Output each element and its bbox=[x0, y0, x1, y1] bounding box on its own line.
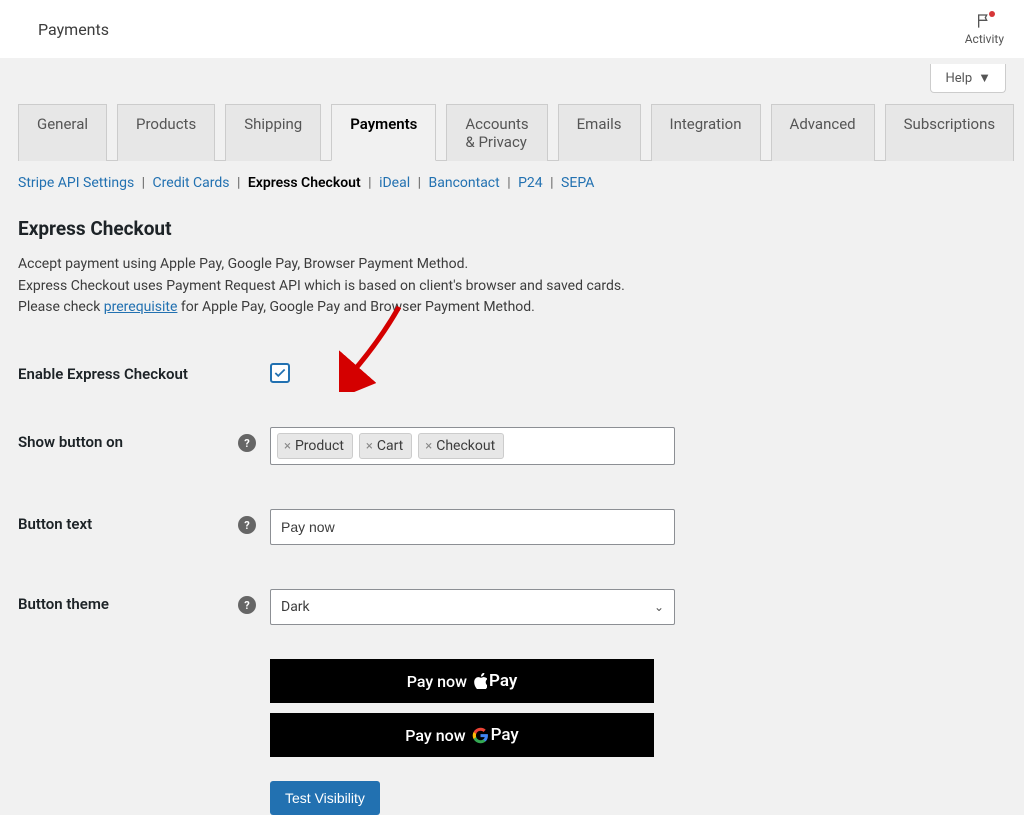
subnav-p-[interactable]: P24 bbox=[518, 175, 543, 191]
notification-dot-icon bbox=[989, 11, 995, 17]
button-theme-select[interactable]: Dark ⌄ bbox=[270, 589, 675, 625]
tab-subscriptions[interactable]: Subscriptions bbox=[885, 104, 1014, 161]
subnav-sepa[interactable]: SEPA bbox=[561, 175, 594, 191]
topbar: Payments Activity bbox=[0, 0, 1024, 58]
remove-tag-icon[interactable]: × bbox=[425, 439, 432, 454]
tab-accounts-privacy[interactable]: Accounts & Privacy bbox=[446, 104, 547, 161]
tab-payments[interactable]: Payments bbox=[331, 104, 436, 161]
show-button-on-select[interactable]: ×Product×Cart×Checkout bbox=[270, 427, 675, 465]
flag-icon bbox=[974, 12, 994, 30]
section-title: Express Checkout bbox=[18, 217, 1006, 240]
enable-checkbox[interactable] bbox=[270, 363, 290, 383]
subnav-ideal[interactable]: iDeal bbox=[379, 175, 410, 191]
tabs: GeneralProductsShippingPaymentsAccounts … bbox=[18, 103, 1006, 161]
tag-cart[interactable]: ×Cart bbox=[359, 433, 412, 459]
button-text-label: Button text bbox=[18, 509, 238, 533]
button-theme-label: Button theme bbox=[18, 589, 238, 613]
enable-label: Enable Express Checkout bbox=[18, 359, 238, 383]
remove-tag-icon[interactable]: × bbox=[366, 439, 373, 454]
help-tooltip-icon[interactable]: ? bbox=[238, 516, 256, 534]
apple-pay-logo-icon: Pay bbox=[473, 671, 517, 691]
button-text-input[interactable] bbox=[270, 509, 675, 545]
tab-general[interactable]: General bbox=[18, 104, 107, 161]
subnav-bancontact[interactable]: Bancontact bbox=[429, 175, 500, 191]
google-pay-logo-icon: Pay bbox=[472, 725, 519, 745]
google-pay-preview-button[interactable]: Pay now Pay bbox=[270, 713, 654, 757]
tag-checkout[interactable]: ×Checkout bbox=[418, 433, 504, 459]
subnav-stripe-api-settings[interactable]: Stripe API Settings bbox=[18, 175, 134, 191]
chevron-down-icon: ⌄ bbox=[654, 600, 664, 614]
help-label: Help bbox=[945, 71, 972, 86]
help-tooltip-icon[interactable]: ? bbox=[238, 596, 256, 614]
tab-emails[interactable]: Emails bbox=[558, 104, 641, 161]
tab-integration[interactable]: Integration bbox=[651, 104, 761, 161]
prerequisite-link[interactable]: prerequisite bbox=[104, 299, 178, 315]
subnav-credit-cards[interactable]: Credit Cards bbox=[153, 175, 230, 191]
chevron-down-icon: ▼ bbox=[978, 70, 991, 86]
tab-shipping[interactable]: Shipping bbox=[225, 104, 321, 161]
section-description: Accept payment using Apple Pay, Google P… bbox=[18, 254, 1006, 319]
help-tooltip-icon[interactable]: ? bbox=[238, 434, 256, 452]
remove-tag-icon[interactable]: × bbox=[284, 439, 291, 454]
page-title: Payments bbox=[38, 20, 109, 39]
help-button[interactable]: Help ▼ bbox=[930, 64, 1006, 93]
activity-button[interactable]: Activity bbox=[965, 12, 1004, 46]
activity-label: Activity bbox=[965, 32, 1004, 46]
tab-products[interactable]: Products bbox=[117, 104, 215, 161]
apple-pay-preview-button[interactable]: Pay now Pay bbox=[270, 659, 654, 703]
tag-product[interactable]: ×Product bbox=[277, 433, 353, 459]
tab-advanced[interactable]: Advanced bbox=[771, 104, 875, 161]
subnav: Stripe API Settings | Credit Cards | Exp… bbox=[18, 161, 1006, 199]
subnav-express-checkout[interactable]: Express Checkout bbox=[248, 175, 361, 191]
test-visibility-button[interactable]: Test Visibility bbox=[270, 781, 380, 815]
show-button-on-label: Show button on bbox=[18, 427, 238, 451]
